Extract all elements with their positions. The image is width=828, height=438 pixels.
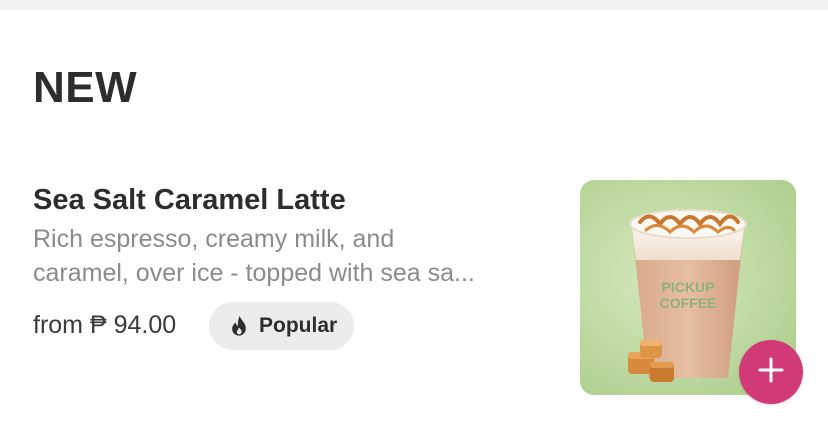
plus-icon bbox=[756, 355, 786, 390]
product-card[interactable]: Sea Salt Caramel Latte Rich espresso, cr… bbox=[0, 170, 828, 430]
cup-print-line: PICKUP bbox=[662, 279, 715, 295]
product-description-line: caramel, over ice - topped with sea sa..… bbox=[33, 259, 475, 287]
product-price: from ₱ 94.00 bbox=[33, 311, 177, 339]
badge-label: Popular bbox=[259, 314, 338, 337]
fire-icon bbox=[229, 315, 249, 337]
add-to-cart-button[interactable] bbox=[739, 340, 803, 404]
product-name: Sea Salt Caramel Latte bbox=[33, 184, 346, 216]
menu-page: NEW Sea Salt Caramel Latte Rich espresso… bbox=[0, 0, 828, 438]
top-divider bbox=[0, 0, 828, 10]
product-description: Rich espresso, creamy milk, and caramel,… bbox=[33, 222, 558, 290]
cup-print-line: COFFEE bbox=[660, 295, 717, 311]
popular-badge: Popular bbox=[209, 302, 355, 350]
cup-rim bbox=[629, 209, 747, 239]
product-description-line: Rich espresso, creamy milk, and bbox=[33, 225, 395, 253]
section-title: NEW bbox=[33, 63, 138, 112]
